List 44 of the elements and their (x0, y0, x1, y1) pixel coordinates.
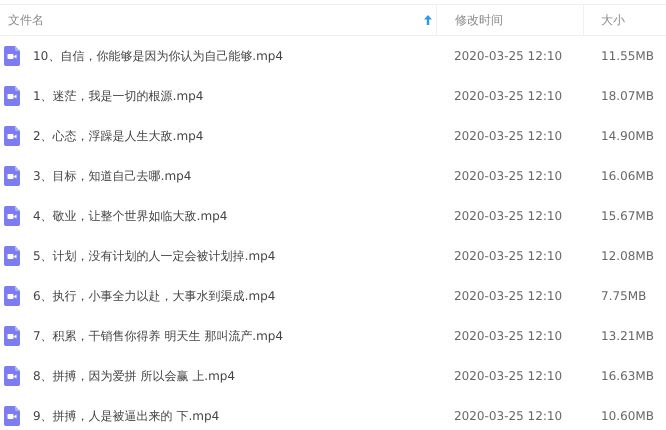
file-size: 15.67MB (601, 209, 654, 223)
file-size: 16.06MB (601, 169, 654, 183)
file-name[interactable]: 10、自信，你能够是因为你认为自己能够.mp4 (33, 48, 284, 64)
modified-time: 2020-03-25 12:10 (454, 289, 562, 303)
file-size: 13.21MB (601, 329, 654, 343)
video-file-icon (4, 406, 20, 426)
modified-time: 2020-03-25 12:10 (454, 249, 562, 263)
video-file-icon (4, 366, 20, 386)
file-size: 7.75MB (601, 289, 646, 303)
video-file-icon (4, 166, 20, 186)
file-name[interactable]: 2、心态，浮躁是人生大敌.mp4 (33, 128, 204, 144)
file-name[interactable]: 3、目标，知道自己去哪.mp4 (33, 168, 192, 184)
video-file-icon (4, 86, 20, 106)
column-header[interactable]: 修改时间 (436, 5, 583, 35)
modified-time: 2020-03-25 12:10 (454, 89, 562, 103)
file-size: 14.90MB (601, 129, 654, 143)
video-file-icon (4, 286, 20, 306)
file-size: 16.63MB (601, 369, 654, 383)
video-file-icon (4, 206, 20, 226)
file-size: 18.07MB (601, 89, 654, 103)
video-file-icon (4, 246, 20, 266)
file-name[interactable]: 8、拼搏，因为爱拼 所以会赢 上.mp4 (33, 368, 236, 384)
modified-time: 2020-03-25 12:10 (454, 209, 562, 223)
column-header[interactable]: 文件名 (0, 5, 436, 35)
modified-time: 2020-03-25 12:10 (454, 409, 562, 423)
file-name[interactable]: 6、执行，小事全力以赴，大事水到渠成.mp4 (33, 288, 276, 304)
modified-time: 2020-03-25 12:10 (454, 369, 562, 383)
file-name[interactable]: 4、敬业，让整个世界如临大敌.mp4 (33, 208, 228, 224)
modified-time: 2020-03-25 12:10 (454, 169, 562, 183)
video-file-icon (4, 326, 20, 346)
column-header[interactable]: 大小 (583, 5, 666, 35)
file-name[interactable]: 5、计划，没有计划的人一定会被计划掉.mp4 (33, 248, 276, 264)
file-size: 10.60MB (601, 409, 654, 423)
file-name[interactable]: 1、迷茫，我是一切的根源.mp4 (33, 88, 204, 104)
modified-time: 2020-03-25 12:10 (454, 329, 562, 343)
file-name[interactable]: 7、积累，干销售你得养 明天生 那叫流产.mp4 (33, 328, 284, 344)
modified-time: 2020-03-25 12:10 (454, 129, 562, 143)
modified-time: 2020-03-25 12:10 (454, 49, 562, 63)
file-size: 11.55MB (601, 49, 654, 63)
video-file-icon (4, 126, 20, 146)
sort-ascending-icon[interactable] (424, 15, 432, 25)
video-file-icon (4, 46, 20, 66)
file-name[interactable]: 9、拼搏，人是被逼出来的 下.mp4 (33, 408, 220, 424)
file-size: 12.08MB (601, 249, 654, 263)
